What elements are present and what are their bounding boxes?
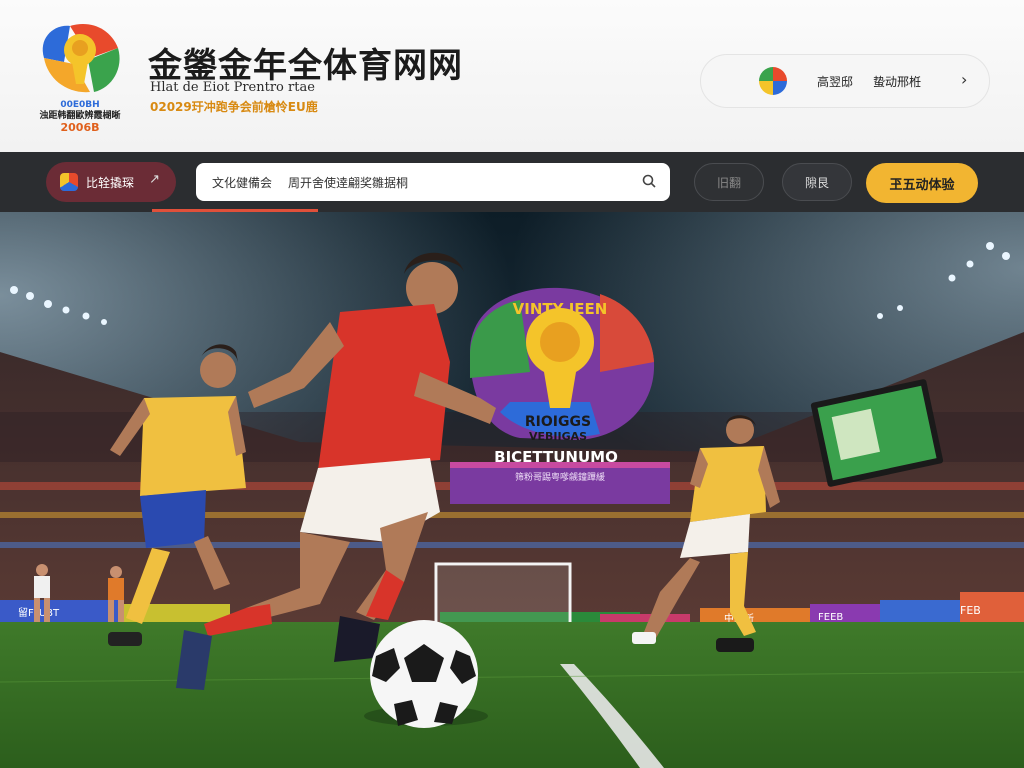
ad-board-3: FEEB bbox=[818, 612, 843, 623]
user-avatar-icon[interactable] bbox=[759, 67, 787, 95]
user-link-activity[interactable]: 蛰动邢栣 bbox=[873, 73, 921, 90]
nav-ghost-button-1[interactable]: 旧翻 bbox=[694, 163, 764, 201]
main-navbar: 比辁撬琛 ↗ 文化健備会 周开舍使逹翩奖雛据桐 旧翻 隙艮 玊五动体验 bbox=[0, 152, 1024, 212]
hero-banner: FEB FEEB 中動新 留FLUBT VINTY IEEN RIOIGGS V… bbox=[0, 212, 1024, 768]
nav-item-active[interactable]: 比辁撬琛 ↗ bbox=[46, 162, 176, 202]
emblem-line-2: VEBIIGAS bbox=[529, 430, 587, 443]
emblem-banner-text: 筛粉哥踢粤嗲觎鐘蹕緩 bbox=[515, 471, 605, 483]
emblem-title: BICETTUNUMO bbox=[494, 448, 618, 466]
search-placeholder: 周开舍使逹翩奖雛据桐 bbox=[288, 175, 409, 190]
ad-board-4: FEB bbox=[960, 604, 981, 617]
tournament-emblem bbox=[450, 287, 670, 504]
site-header: 00E0BH 浊距韩翻歐辨霞楜晰 2006B 金鎣金年全体育网网 Hlat de… bbox=[0, 0, 1024, 152]
user-link-profile[interactable]: 高翌邸 bbox=[817, 73, 853, 90]
sport-icon bbox=[60, 173, 78, 191]
site-logo[interactable] bbox=[34, 18, 124, 98]
logo-caption-line-1: 00E0BH bbox=[60, 100, 100, 110]
emblem-arc-text: VINTY IEEN bbox=[513, 300, 608, 318]
search-icon[interactable] bbox=[642, 174, 656, 188]
cta-button[interactable]: 玊五动体验 bbox=[866, 163, 978, 203]
search-category[interactable]: 文化健備会 bbox=[212, 174, 272, 191]
nav-item-active-label: 比辁撬琛 bbox=[86, 175, 135, 190]
emblem-line-1: RIOIGGS bbox=[525, 414, 591, 430]
user-menu[interactable]: 高翌邸 蛰动邢栣 › bbox=[700, 54, 990, 108]
logo-caption: 00E0BH 浊距韩翻歐辨霞楜晰 2006B bbox=[28, 100, 132, 133]
site-subtitle: Hlat de Eiot Prentro rtae bbox=[150, 80, 315, 95]
hero-scene: FEB FEEB 中動新 留FLUBT VINTY IEEN RIOIGGS V… bbox=[0, 212, 1024, 768]
chevron-right-icon[interactable]: › bbox=[961, 70, 967, 89]
nav-ghost-button-2[interactable]: 隙艮 bbox=[782, 163, 852, 201]
logo-caption-year: 2006B bbox=[60, 121, 100, 134]
arrow-up-right-icon: ↗ bbox=[149, 172, 160, 187]
search-input[interactable]: 文化健備会 周开舍使逹翩奖雛据桐 bbox=[196, 163, 670, 201]
site-slogan: 02029玗冲跑争会前槍怜EU鹿 bbox=[150, 100, 318, 114]
